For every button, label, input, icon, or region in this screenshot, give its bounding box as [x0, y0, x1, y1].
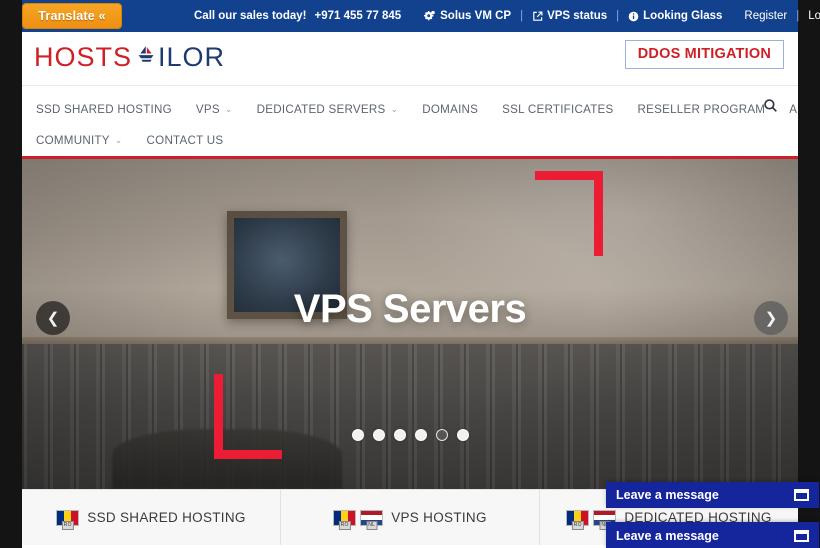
main-navigation: SSD SHARED HOSTING VPS ⌄ DEDICATED SERVE… — [22, 86, 798, 159]
netherlands-flag-icon: NL — [360, 509, 384, 530]
solus-vm-cp-label: Solus VM CP — [440, 10, 512, 22]
search-icon[interactable] — [763, 98, 778, 118]
hero-bracket-bottom-left — [214, 374, 282, 459]
sales-phone[interactable]: +971 455 77 845 — [314, 10, 401, 22]
sales-text: Call our sales today! — [194, 10, 307, 22]
solus-vm-cp-link[interactable]: Solus VM CP — [423, 10, 511, 23]
site-logo[interactable]: HOSTS ILOR — [34, 42, 225, 73]
sailboat-icon — [133, 42, 157, 73]
nav-label: VPS — [195, 103, 220, 116]
nav-item-domains[interactable]: DOMAINS — [422, 103, 478, 116]
chevron-left-icon: ❮ — [46, 310, 60, 327]
nav-item-vps[interactable]: VPS ⌄ — [196, 103, 233, 116]
slider-dot-3[interactable] — [393, 429, 406, 441]
top-separator-2: | — [616, 10, 620, 22]
translate-button[interactable]: Translate « — [22, 3, 122, 29]
romania-flag-icon: RO — [56, 509, 80, 530]
feature-flags: RO NL — [333, 509, 384, 530]
gears-icon — [423, 10, 436, 23]
page-content: HOSTS ILOR DDOS MITIGATION SSD SHARED HO… — [22, 32, 798, 548]
slider-dot-1[interactable] — [351, 429, 364, 441]
nav-item-contact-us[interactable]: CONTACT US — [147, 134, 224, 147]
external-link-icon — [532, 11, 543, 22]
hero-title: VPS Servers — [293, 287, 527, 331]
looking-glass-label: Looking Glass — [643, 10, 723, 22]
ddos-mitigation-button[interactable]: DDOS MITIGATION — [624, 40, 784, 69]
flag-code-label: RO — [61, 520, 74, 530]
feature-item-label: SSD SHARED HOSTING — [87, 510, 246, 525]
logo-text-ailor: ILOR — [158, 42, 226, 72]
feature-item-1[interactable]: RO SSD SHARED HOSTING — [22, 490, 281, 545]
chat-widget-label: Leave a message — [616, 488, 719, 502]
feature-item-label: VPS HOSTING — [391, 510, 487, 525]
nav-item-about-us[interactable]: ABOUT US ⌄ — [789, 103, 798, 116]
romania-flag-icon: RO — [333, 509, 357, 530]
nav-label: ABOUT US — [789, 103, 798, 116]
register-link[interactable]: Register — [744, 10, 787, 22]
nav-item-community[interactable]: COMMUNITY ⌄ — [36, 134, 123, 147]
romania-flag-icon: RO — [566, 509, 590, 530]
slider-dot-2[interactable] — [372, 429, 385, 441]
slider-prev-button[interactable]: ❮ — [36, 301, 70, 335]
nav-item-ssl-certificates[interactable]: SSL CERTIFICATES — [502, 103, 613, 116]
nav-item-dedicated-servers[interactable]: DEDICATED SERVERS ⌄ — [257, 103, 399, 116]
top-utility-bar: Translate « Call our sales today! +971 4… — [22, 0, 820, 32]
browser-viewport: Translate « Call our sales today! +971 4… — [0, 0, 820, 548]
nav-row-primary: SSD SHARED HOSTING VPS ⌄ DEDICATED SERVE… — [22, 94, 798, 125]
hero-slider: VPS Servers ❮ ❯ — [22, 159, 798, 489]
nav-label: RESELLER PROGRAM — [637, 103, 766, 116]
nav-row-secondary: COMMUNITY ⌄ CONTACT US — [22, 125, 798, 156]
nav-item-reseller-program[interactable]: RESELLER PROGRAM — [638, 103, 766, 116]
nav-label: CONTACT US — [146, 134, 224, 147]
ddos-mitigation-label: DDOS MITIGATION — [637, 46, 771, 62]
flag-code-label: RO — [571, 520, 584, 530]
chat-widget-secondary[interactable]: Leave a message — [606, 522, 819, 548]
slider-next-button[interactable]: ❯ — [754, 301, 788, 335]
top-separator-1: | — [520, 10, 524, 22]
slider-dot-6[interactable] — [456, 429, 469, 441]
chevron-down-icon: ⌄ — [390, 104, 399, 114]
translate-button-label: Translate « — [38, 9, 106, 23]
window-icon[interactable] — [794, 529, 809, 542]
slider-dot-4[interactable] — [414, 429, 427, 441]
nav-label: COMMUNITY — [36, 134, 110, 147]
nav-label: DOMAINS — [422, 103, 479, 116]
login-link[interactable]: Login — [808, 10, 820, 22]
hero-bracket-top-right — [535, 171, 603, 256]
vps-status-label: VPS status — [547, 10, 608, 22]
info-icon — [628, 11, 639, 22]
nav-label: SSD SHARED HOSTING — [36, 103, 172, 116]
site-header: HOSTS ILOR DDOS MITIGATION — [22, 32, 798, 86]
slider-dot-5[interactable] — [435, 429, 448, 441]
chevron-down-icon: ⌄ — [224, 104, 233, 114]
logo-text-hosts: HOSTS — [34, 42, 133, 72]
vps-status-link[interactable]: VPS status — [532, 10, 607, 22]
nav-item-ssd-shared-hosting[interactable]: SSD SHARED HOSTING — [36, 103, 172, 116]
flag-code-label: RO — [338, 520, 351, 530]
chevron-right-icon: ❯ — [764, 310, 778, 327]
top-utility-links: Call our sales today! +971 455 77 845 So… — [194, 0, 820, 32]
looking-glass-link[interactable]: Looking Glass — [628, 10, 722, 22]
feature-flags: RO — [56, 509, 80, 530]
chat-widget-label: Leave a message — [616, 528, 719, 543]
feature-item-2[interactable]: RO NL VPS HOSTING — [281, 490, 540, 545]
top-separator-3: | — [796, 10, 800, 22]
window-icon[interactable] — [794, 489, 809, 501]
nav-label: DEDICATED SERVERS — [256, 103, 386, 116]
slider-pagination — [22, 429, 798, 441]
chat-widget-primary[interactable]: Leave a message — [606, 482, 819, 508]
chevron-down-icon: ⌄ — [114, 135, 123, 145]
flag-code-label: NL — [366, 520, 378, 530]
nav-label: SSL CERTIFICATES — [502, 103, 614, 116]
